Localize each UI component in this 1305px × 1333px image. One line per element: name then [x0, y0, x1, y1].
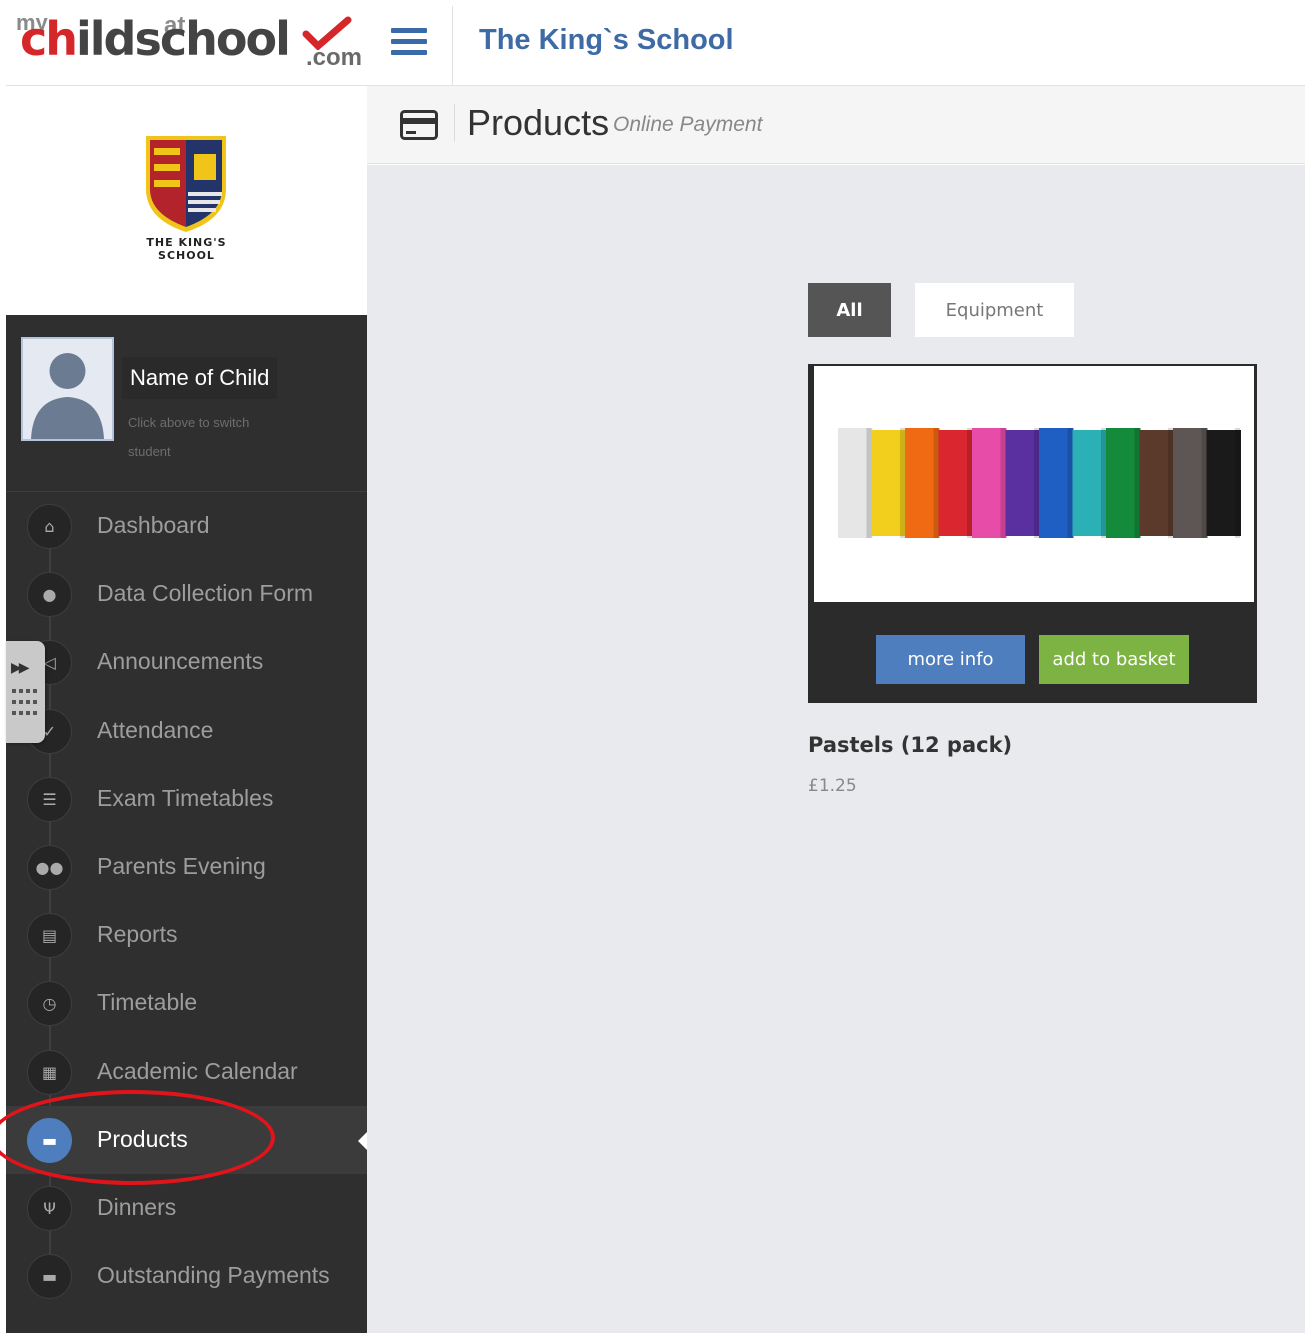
pastel-shadow	[1067, 428, 1073, 538]
sidebar-item-academic-calendar[interactable]: ▦ Academic Calendar	[6, 1038, 367, 1106]
add-to-basket-button[interactable]: add to basket	[1039, 635, 1189, 684]
pastel-shadow	[1134, 428, 1140, 538]
logo-wordmark: childschool	[20, 16, 291, 62]
sidebar-item-label: Exam Timetables	[97, 784, 274, 811]
person-silhouette-icon	[31, 353, 104, 439]
group-icon: ●●	[27, 844, 72, 890]
credit-card-icon	[400, 110, 438, 140]
user-icon: ●	[27, 572, 72, 618]
pastel-shadow	[933, 428, 939, 538]
filter-equipment-button[interactable]: Equipment	[915, 283, 1074, 337]
pastel-shadow	[1101, 428, 1106, 538]
credit-card-icon: ▬	[27, 1254, 72, 1300]
active-indicator-arrow	[358, 1131, 367, 1150]
school-crest-text: THE KING'S SCHOOL	[6, 236, 367, 262]
sidebar-item-reports[interactable]: ▤ Reports	[6, 901, 367, 969]
header-divider	[454, 104, 455, 142]
sidebar-item-label: Dashboard	[97, 512, 210, 538]
sidebar-item-attendance[interactable]: ✓ Attendance	[6, 697, 367, 765]
sidebar-item-products[interactable]: ▬ Products	[6, 1105, 367, 1174]
crest-line-2: SCHOOL	[158, 249, 215, 262]
product-card: more info add to basket	[808, 364, 1257, 703]
pastel-shadow	[1168, 428, 1173, 538]
student-switch-hint: Click above to switch student	[128, 415, 250, 459]
document-icon: ▤	[27, 913, 72, 959]
sidebar-item-label: Parents Evening	[97, 852, 266, 879]
sidebar-item-label: Outstanding Payments	[97, 1262, 330, 1289]
sidebar-item-dashboard[interactable]: ⌂ Dashboard	[6, 492, 367, 560]
sidebar-item-label: Attendance	[97, 716, 214, 743]
pastel-shadow	[1000, 428, 1006, 538]
product-image[interactable]	[814, 366, 1254, 602]
accessibility-side-tab[interactable]: ▶▶	[6, 641, 45, 743]
list-icon: ☰	[27, 776, 72, 822]
page-subtitle: Online Payment	[613, 113, 763, 136]
page-header: Products Online Payment	[367, 86, 1305, 164]
sidebar-item-label: Academic Calendar	[97, 1057, 298, 1084]
sidebar: Name of Child Click above to switch stud…	[6, 315, 367, 1333]
sidebar-item-timetable[interactable]: ◷ Timetable	[6, 969, 367, 1037]
calendar-icon: ▦	[27, 1049, 72, 1095]
school-crest-icon	[146, 136, 226, 232]
more-info-button[interactable]: more info	[876, 635, 1025, 684]
sidebar-item-label: Dinners	[97, 1193, 177, 1220]
sidebar-item-label: Reports	[97, 921, 178, 948]
crest-line-1: THE KING'S	[146, 236, 227, 249]
childschool-logo[interactable]: my at childschool .com	[6, 6, 367, 86]
logo-ild-text: ild	[76, 12, 136, 66]
product-name: Pastels (12 pack)	[808, 733, 1013, 757]
main-content: All Equipment more info add to basket Pa…	[367, 165, 1305, 1333]
sidebar-nav: ⌂ Dashboard ● Data Collection Form ◁ Ann…	[6, 492, 367, 1310]
logo-com-text: .com	[306, 44, 363, 71]
filter-all-button[interactable]: All	[808, 283, 891, 337]
pastel-shadow	[1235, 428, 1240, 538]
sidebar-item-exam-timetables[interactable]: ☰ Exam Timetables	[6, 765, 367, 833]
pastels-image	[838, 428, 1241, 538]
grid-icon	[12, 689, 37, 719]
fast-forward-icon: ▶▶	[11, 659, 29, 675]
home-icon: ⌂	[27, 504, 72, 549]
cutlery-icon: Ψ	[27, 1185, 72, 1231]
pastel-shadow	[1201, 428, 1207, 538]
school-name: The King`s School	[479, 24, 734, 56]
sidebar-item-dinners[interactable]: Ψ Dinners	[6, 1174, 367, 1242]
school-logo-panel: THE KING'S SCHOOL	[6, 86, 367, 315]
sidebar-item-label: Timetable	[97, 989, 198, 1016]
clock-icon: ◷	[27, 981, 72, 1027]
sidebar-item-announcements[interactable]: ◁ Announcements	[6, 628, 367, 696]
sidebar-item-parents-evening[interactable]: ●● Parents Evening	[6, 833, 367, 901]
product-price: £1.25	[808, 776, 857, 796]
page-title: Products	[467, 102, 610, 143]
sidebar-item-label: Data Collection Form	[97, 580, 314, 607]
student-switcher[interactable]: Name of Child Click above to switch stud…	[6, 315, 367, 492]
credit-card-icon: ▬	[27, 1117, 72, 1163]
sidebar-item-label: Products	[97, 1125, 188, 1152]
sidebar-item-data-collection-form[interactable]: ● Data Collection Form	[6, 560, 367, 628]
logo-ch-text: ch	[20, 12, 78, 66]
pastel-shadow	[900, 428, 905, 538]
avatar[interactable]	[21, 337, 114, 441]
pastel-shadow	[866, 428, 872, 538]
sidebar-item-outstanding-payments[interactable]: ▬ Outstanding Payments	[6, 1242, 367, 1310]
student-name[interactable]: Name of Child	[122, 357, 278, 399]
topbar-divider	[452, 6, 453, 86]
top-bar: The King`s School	[367, 6, 1305, 86]
sidebar-item-label: Announcements	[97, 648, 264, 675]
hamburger-icon[interactable]	[391, 28, 427, 58]
pastel-shadow	[967, 428, 972, 538]
pastel-shadow	[1034, 428, 1039, 538]
logo-school-text: school	[134, 12, 290, 66]
